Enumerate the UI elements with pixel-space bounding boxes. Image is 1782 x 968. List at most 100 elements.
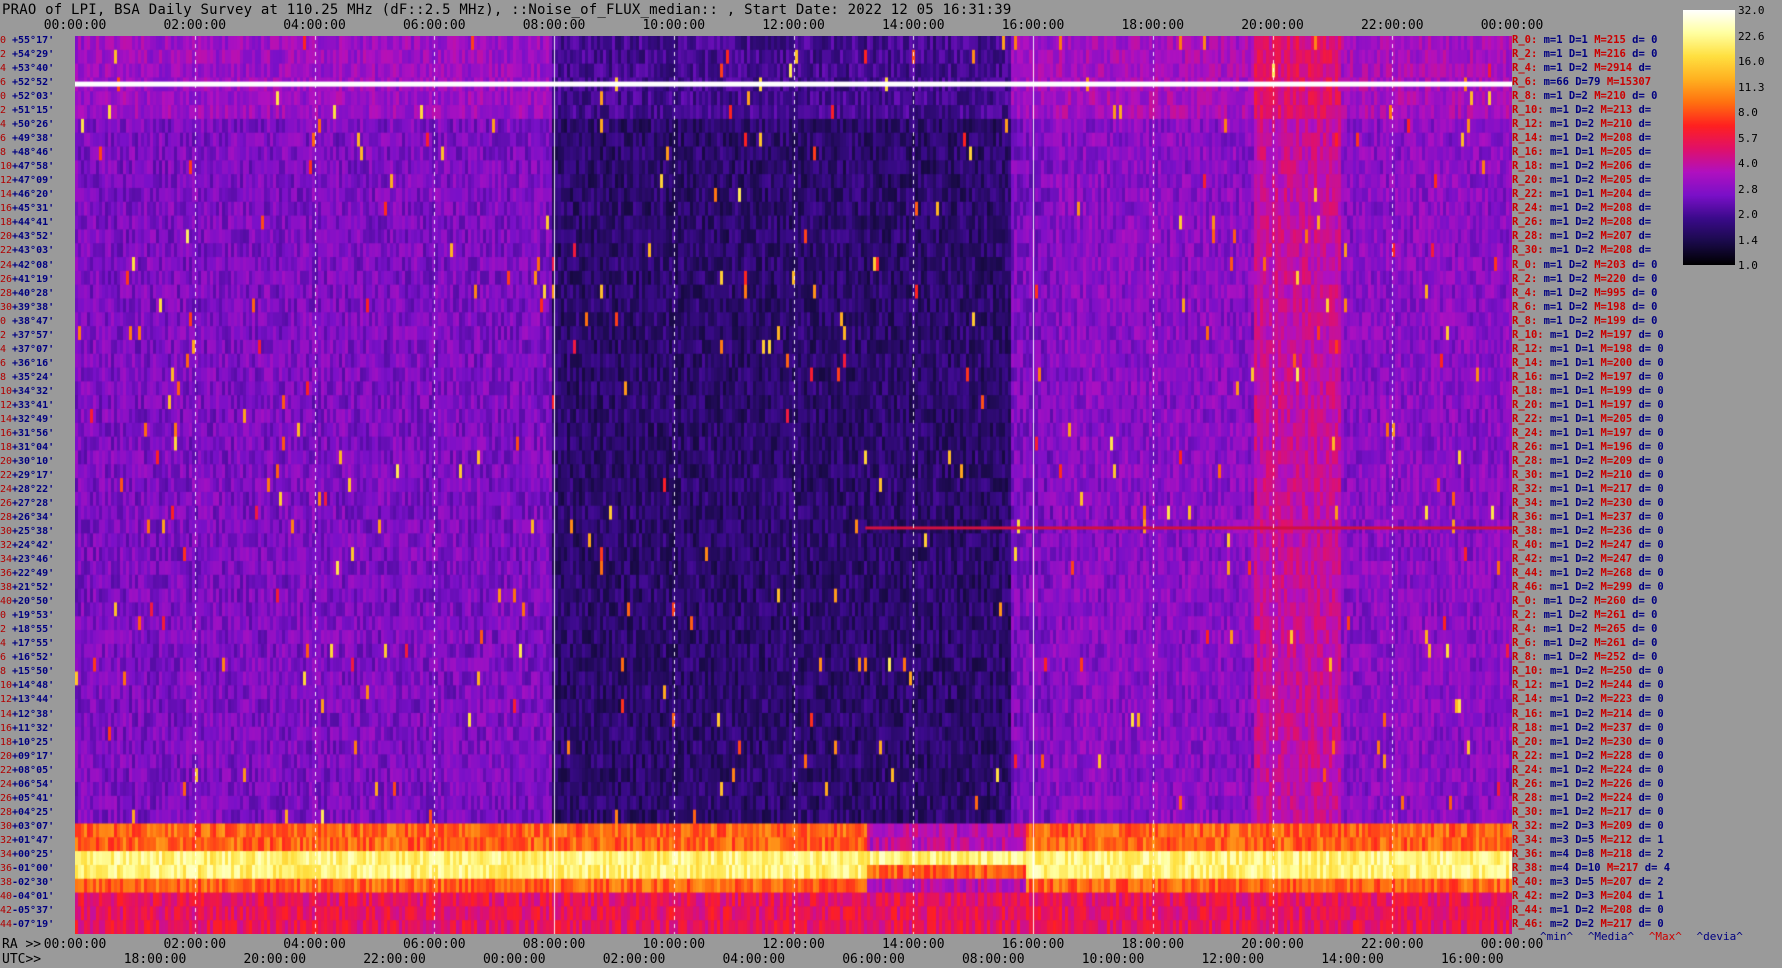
dec-label: 22+43°03' — [0, 246, 54, 256]
row-stat-field: M=197 — [1600, 370, 1639, 383]
dec-row-index: 34 — [0, 848, 13, 860]
dec-row-index: 2 — [0, 329, 7, 341]
row-stat-field: M=247 — [1600, 553, 1639, 566]
dec-label: 34+23°46' — [0, 555, 54, 565]
row-stat-field: R_16: — [1512, 146, 1550, 159]
dec-label: 26+41°19' — [0, 273, 54, 285]
x-utc-tick-label: 06:00:00 — [842, 952, 905, 967]
x-ra-tick-label: 10:00:00 — [642, 937, 706, 952]
x-utc-tick-label: 14:00:00 — [1321, 952, 1384, 967]
row-stat-field: D=2 — [1575, 497, 1601, 510]
row-stat-field: M=207 — [1600, 230, 1639, 243]
row-stat-field: m=1 — [1549, 146, 1576, 159]
dec-label: 6 +52°52' — [0, 78, 54, 88]
row-stat-field: R_14: — [1512, 356, 1550, 369]
row-stat-field: D=1 — [1575, 412, 1601, 425]
dec-label: 12+13°44' — [0, 695, 54, 705]
dec-label: 24+28°22' — [0, 485, 54, 495]
row-stat-field: m=1 — [1543, 651, 1569, 664]
legend-min: ^min^ — [1540, 930, 1574, 943]
colorbar-tick-label: 16.0 — [1738, 55, 1765, 68]
row-stat-field: R_24: — [1512, 426, 1550, 439]
dec-label: 10+47°58' — [0, 162, 54, 172]
row-stat: R_42: m=1 D=2 M=247 d= 0 — [1512, 553, 1664, 565]
row-stat-field: M=220 — [1594, 272, 1633, 285]
dec-label: 42-05°37' — [0, 905, 54, 916]
row-stat-field: R_8: — [1512, 314, 1544, 327]
row-stat-field: D=2 — [1575, 665, 1601, 678]
x-top-tick-label: 06:00:00 — [402, 18, 466, 33]
x-ra-tick-label: 06:00:00 — [402, 937, 466, 952]
row-stat-field: M=237 — [1600, 511, 1639, 524]
row-stat-field: D=2 — [1575, 777, 1601, 790]
row-stat-field: D=2 — [1568, 609, 1595, 622]
dec-row-index: 0 — [0, 91, 7, 103]
row-stat-field: D=2 — [1575, 721, 1601, 734]
x-utc-tick-label: 12:00:00 — [1201, 952, 1265, 967]
row-stat: R_0: m=1 D=2 M=260 d= 0 — [1512, 595, 1657, 607]
row-stat-field: M=15307 — [1606, 76, 1652, 89]
row-stat-field: D=2 — [1575, 805, 1601, 818]
dec-label: 26+05°41' — [0, 793, 54, 804]
dec-value: +19°53' — [12, 610, 55, 622]
dec-row-index: 28 — [0, 806, 13, 818]
dec-row-index: 40 — [0, 596, 13, 608]
row-stat-field: D=8 — [1575, 847, 1601, 860]
dec-value: +28°22' — [12, 484, 55, 495]
x-utc-tick-label: 02:00:00 — [602, 952, 666, 967]
row-stat-field: d= 0 — [1638, 749, 1664, 762]
row-stat-field: R_2: — [1512, 48, 1544, 61]
row-stat-field: D=2 — [1575, 707, 1601, 720]
dec-label: 40+20°50' — [0, 597, 54, 607]
row-stat-field: M=199 — [1600, 384, 1639, 397]
dec-row-index: 26 — [0, 273, 13, 285]
x-ra-tick-label: 02:00:00 — [163, 937, 227, 952]
row-stat-field: m=1 — [1549, 356, 1576, 369]
row-stat-field: M=204 — [1600, 188, 1639, 201]
dec-label: 2 +54°29' — [0, 50, 54, 60]
row-stat-field: d= — [1638, 132, 1652, 145]
row-stat-field: d= 0 — [1638, 903, 1664, 916]
row-stat-field: m=1 — [1549, 511, 1576, 524]
row-stat-field: m=1 — [1549, 118, 1576, 131]
row-stat: R_12: m=1 D=2 M=244 d= 0 — [1512, 679, 1664, 691]
dec-label: 0 +38°47' — [0, 316, 54, 327]
row-stat-field: M=216 — [1594, 48, 1633, 61]
dec-label: 22+29°17' — [0, 470, 54, 481]
row-stat-field: D=2 — [1568, 286, 1595, 299]
row-stat: R_40: m=1 D=2 M=247 d= 0 — [1512, 539, 1664, 551]
row-stat-field: D=1 — [1575, 356, 1601, 369]
dec-label: 0 +55°17' — [0, 36, 54, 46]
row-stat-field: d= 0 — [1632, 90, 1658, 103]
dec-value: +09°17' — [12, 750, 55, 762]
row-stat-field: M=197 — [1600, 328, 1639, 341]
row-stat-field: R_4: — [1512, 286, 1544, 299]
row-stat-field: d= 0 — [1638, 454, 1664, 467]
row-stat-field: M=204 — [1600, 889, 1639, 902]
dec-row-index: 20 — [0, 750, 13, 762]
row-stat-field: R_42: — [1512, 553, 1550, 566]
dec-label: 12+33°41' — [0, 400, 54, 411]
x-top-tick-label: 20:00:00 — [1241, 18, 1304, 33]
row-stat: R_28: m=1 D=2 M=207 d= — [1512, 230, 1651, 242]
row-stat: R_24: m=1 D=1 M=197 d= 0 — [1512, 427, 1664, 439]
dec-value: +43°52' — [12, 231, 55, 243]
row-stat-field: M=205 — [1600, 146, 1639, 159]
row-stat-field: d= 0 — [1638, 342, 1664, 355]
dec-value: +11°32' — [12, 722, 55, 734]
dec-row-index: 16 — [0, 427, 13, 439]
row-stat-field: R_8: — [1512, 90, 1544, 103]
dec-value: +00°25' — [12, 848, 55, 860]
row-stat-field: M=247 — [1600, 539, 1639, 552]
dec-row-index: 6 — [0, 77, 7, 89]
dec-label: 30+39°38' — [0, 301, 54, 313]
dec-row-index: 32 — [0, 834, 13, 846]
row-stat-field: D=2 — [1575, 693, 1601, 706]
dec-label: 32+24°42' — [0, 541, 54, 551]
row-stat-field: R_26: — [1512, 216, 1550, 229]
row-stat: R_30: m=1 D=2 M=217 d= 0 — [1512, 806, 1664, 818]
row-stat-field: d= 0 — [1638, 805, 1664, 818]
row-stat-field: d= 2 — [1638, 847, 1664, 860]
row-stat-field: d= 0 — [1638, 328, 1664, 341]
dec-row-index: 30 — [0, 301, 13, 313]
